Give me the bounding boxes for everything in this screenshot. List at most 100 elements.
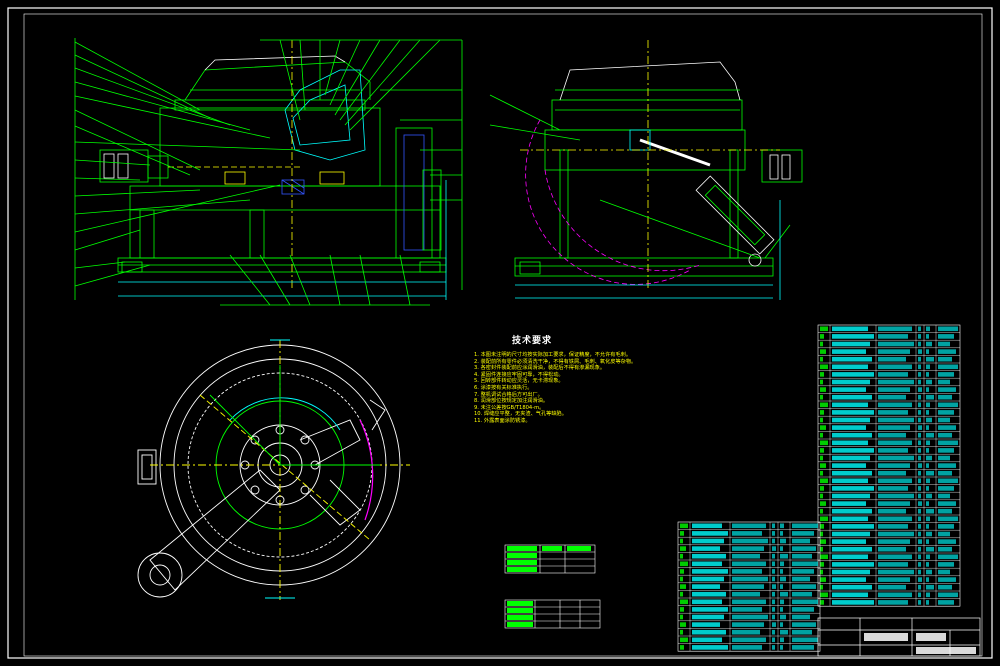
parts-table-cell-text	[926, 440, 930, 446]
parts-table-cell-text	[938, 486, 954, 491]
parts-table-cell-text	[918, 463, 922, 468]
parts-table-cell-text	[792, 553, 812, 559]
parts-table-cell-text	[732, 546, 764, 551]
parts-table-cell-text	[692, 622, 720, 627]
parts-table-cell-text	[792, 531, 814, 536]
parts-table-cell-text	[820, 379, 823, 385]
parts-table-cell-text	[832, 425, 866, 430]
parts-table-cell-text	[680, 576, 683, 582]
parts-table-cell-text	[680, 553, 683, 559]
parts-table-cell-text	[926, 478, 930, 484]
parts-table-cell-text	[918, 554, 921, 560]
parts-table-cell-text	[918, 577, 922, 582]
parts-table-cell-text	[780, 614, 786, 620]
parts-table-cell-text	[918, 425, 922, 430]
parts-table-cell-text	[926, 448, 929, 453]
parts-table-cell-text	[732, 584, 764, 589]
parts-table-cell-text	[692, 584, 720, 589]
parts-table-cell-text	[918, 356, 921, 362]
parts-table-cell-text	[938, 562, 954, 567]
parts-table-cell-text	[832, 493, 870, 499]
parts-table-cell-text	[772, 569, 775, 574]
parts-table-cell-text	[780, 546, 783, 551]
technical-requirement-item: 3. 各密封件装配前应涂润滑油，装配后不得有渗漏现象。	[474, 365, 606, 372]
parts-table-cell-text	[832, 410, 874, 415]
parts-table-cell-text	[772, 645, 775, 650]
parts-table-cell-text	[680, 584, 686, 589]
parts-table-cell-text	[772, 591, 775, 597]
parts-table-cell-text	[692, 637, 722, 643]
parts-table-cell-text	[780, 523, 784, 529]
front-section-view	[74, 38, 463, 306]
parts-table-cell-text	[820, 554, 828, 560]
parts-table-cell-text	[918, 539, 922, 544]
parts-table-cell-text	[820, 524, 824, 529]
parts-table-cell-text	[772, 614, 775, 620]
parts-table-cell-text	[820, 425, 826, 430]
parts-table-cell-text	[820, 387, 826, 392]
parts-table-cell-text	[938, 463, 956, 468]
parts-table-cell-text	[918, 546, 921, 552]
parts-table-cell-text	[878, 356, 906, 362]
parts-table-cell-text	[878, 493, 914, 499]
parts-table-cell-text	[792, 637, 818, 643]
param-table-1	[504, 544, 596, 574]
parts-table-cell-text	[918, 334, 921, 339]
parts-table-cell-text	[820, 372, 824, 377]
parts-table-cell-text	[926, 569, 932, 575]
parts-table-cell-text	[832, 379, 870, 385]
parts-table-cell-text	[772, 584, 776, 589]
parts-table-cell-text	[938, 448, 954, 453]
parts-table-cell-text	[772, 576, 775, 582]
parts-table-cell-text	[820, 410, 824, 415]
parts-table-cell-text	[820, 592, 828, 598]
parts-table-cell-text	[878, 486, 908, 491]
parts-table-cell-text	[832, 440, 868, 446]
parts-table-cell-text	[878, 334, 908, 339]
parts-table-cell-text	[918, 349, 922, 354]
parts-table-cell-text	[820, 577, 826, 582]
technical-requirement-item: 10. 焊缝应平整，无夹渣、气孔等缺陷。	[474, 411, 567, 418]
parts-table-cell-text	[792, 591, 812, 597]
parts-table-cell-text	[926, 577, 929, 582]
parts-table-cell-text	[692, 599, 722, 605]
parts-table-cell-text	[938, 546, 952, 552]
parts-table-cell-text	[692, 645, 728, 650]
title-block	[817, 617, 981, 657]
parts-table-cell-text	[832, 455, 870, 461]
parts-table-cell-text	[832, 417, 870, 423]
parts-table-cell-text	[680, 561, 688, 567]
parts-table-cell-text	[918, 440, 921, 446]
side-view	[489, 40, 803, 300]
parts-table-cell-text	[926, 387, 929, 392]
parts-table-cell-text	[820, 334, 824, 339]
parts-table-cell-text	[938, 516, 958, 522]
parts-table-cell-text	[832, 577, 866, 582]
parts-table-cell-text	[918, 531, 921, 537]
parts-table-cell-text	[832, 470, 872, 476]
parts-table-cell-text	[780, 599, 784, 605]
parts-table-cell-text	[832, 394, 872, 400]
parts-table-cell-text	[926, 546, 934, 552]
parts-table-cell-text	[918, 394, 921, 400]
parts-table-cell-text	[918, 326, 921, 332]
parts-table-cell-text	[938, 410, 954, 415]
parts-table-cell-text	[780, 637, 784, 643]
parts-table-cell-text	[926, 486, 929, 491]
parts-table-cell-text	[926, 463, 929, 468]
parts-table-cell-text	[792, 607, 814, 612]
parts-table-cell-text	[878, 577, 910, 582]
parts-table-cell-text	[792, 576, 810, 582]
parts-table-cell-text	[878, 326, 912, 332]
parts-table-cell-text	[878, 379, 914, 385]
parts-table-cell-text	[792, 538, 810, 544]
parts-table-cell-text	[878, 470, 906, 476]
parts-table-cell-text	[832, 531, 870, 537]
parts-table-cell-text	[878, 387, 910, 392]
parts-table-cell-text	[792, 614, 810, 620]
parts-table-cell-text	[938, 493, 950, 499]
parts-table-cell-text	[832, 592, 868, 598]
parts-table-cell-text	[732, 538, 768, 544]
parts-table-cell-text	[878, 402, 912, 408]
parts-table-cell-text	[938, 524, 954, 529]
